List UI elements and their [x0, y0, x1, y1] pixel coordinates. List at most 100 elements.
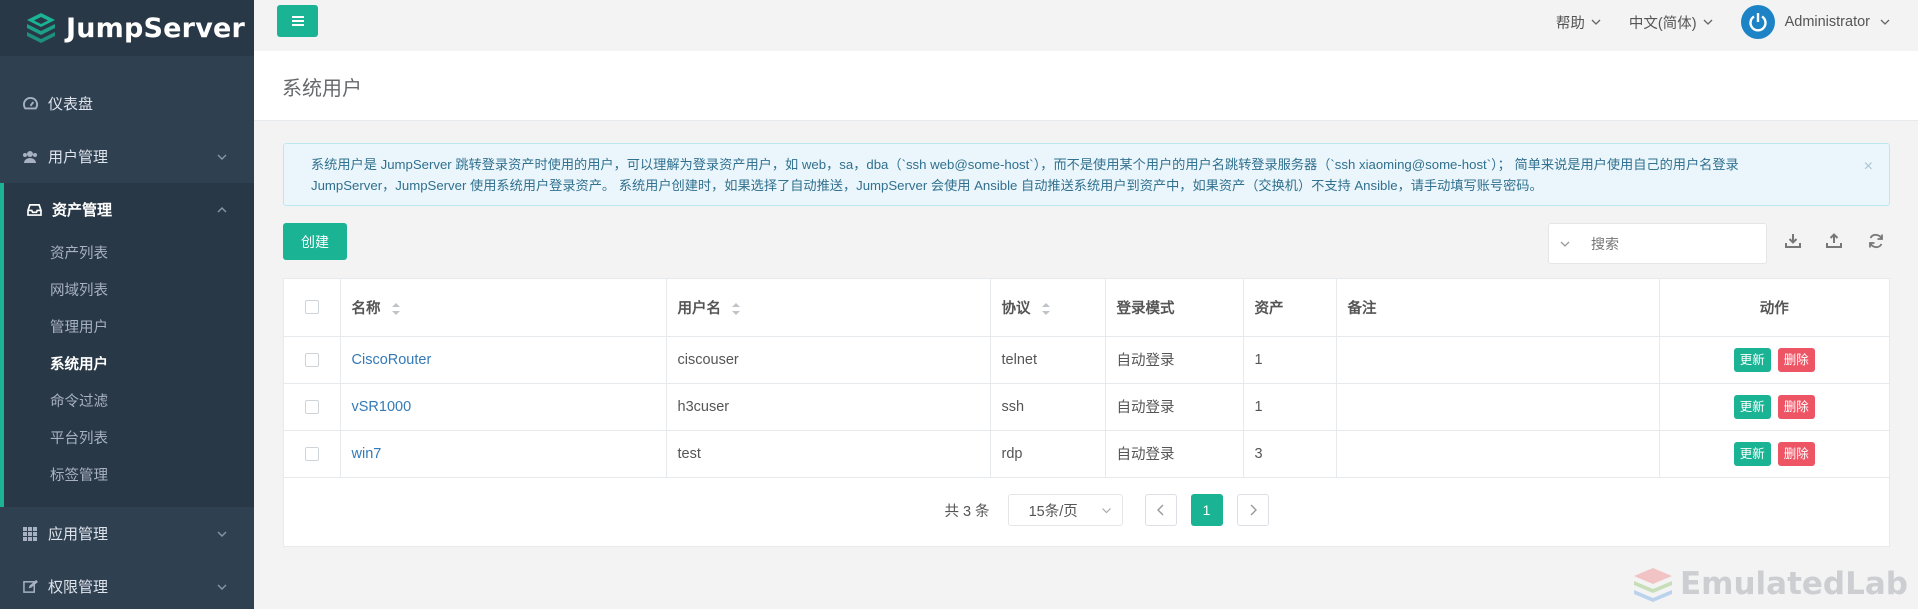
search-input[interactable]	[1591, 235, 1731, 252]
page-size-select[interactable]: 15条/页	[1007, 494, 1123, 526]
chevron-down-icon	[1880, 19, 1890, 25]
sidebar-item-users[interactable]: 用户管理	[0, 130, 254, 183]
login-mode-cell: 自动登录	[1105, 383, 1244, 431]
next-page-button[interactable]	[1236, 494, 1269, 526]
delete-button[interactable]: 删除	[1777, 441, 1815, 466]
assets-cell: 1	[1243, 336, 1337, 384]
assets-cell: 3	[1243, 430, 1337, 478]
avatar	[1740, 5, 1775, 39]
info-alert: 系统用户是 JumpServer 跳转登录资产时使用的用户，可以理解为登录资产用…	[283, 143, 1890, 206]
sidebar-subitem-asset-list[interactable]: 资产列表	[4, 236, 254, 273]
language-menu[interactable]: 中文(简体)	[1629, 12, 1713, 33]
system-user-link[interactable]: CiscoRouter	[352, 352, 432, 368]
sidebar-subitem-command-filters[interactable]: 命令过滤	[4, 384, 254, 421]
current-page-button[interactable]: 1	[1190, 494, 1223, 526]
sidebar-item-label: 权限管理	[48, 579, 109, 596]
sidebar-item-assets[interactable]: 资产管理	[4, 183, 254, 236]
alert-text-line1: 系统用户是 JumpServer 跳转登录资产时使用的用户，可以理解为登录资产用…	[311, 157, 1739, 172]
chevron-down-icon	[217, 584, 227, 590]
import-button[interactable]	[1824, 231, 1844, 251]
chevron-down-icon	[1703, 19, 1713, 25]
login-mode-cell: 自动登录	[1105, 336, 1244, 384]
row-checkbox[interactable]	[304, 446, 319, 461]
delete-button[interactable]: 删除	[1777, 394, 1815, 419]
hamburger-icon	[291, 16, 304, 26]
sidebar-item-dashboard[interactable]: 仪表盘	[0, 77, 254, 130]
sidebar-subitem-admin-users[interactable]: 管理用户	[4, 310, 254, 347]
sidebar-item-label: 应用管理	[48, 526, 109, 543]
user-menu[interactable]: Administrator	[1740, 5, 1890, 39]
users-icon	[22, 149, 38, 165]
help-label: 帮助	[1555, 15, 1585, 32]
system-user-link[interactable]: vSR1000	[352, 399, 412, 415]
refresh-icon	[1869, 233, 1883, 249]
chevron-down-icon[interactable]	[1559, 238, 1571, 250]
pagination-total: 共 3 条	[944, 503, 990, 520]
protocol-cell: ssh	[990, 383, 1106, 431]
delete-button[interactable]: 删除	[1777, 347, 1815, 372]
row-check-cell	[284, 336, 341, 384]
chevron-down-icon	[217, 531, 227, 537]
chevron-left-icon	[1156, 504, 1164, 516]
close-icon[interactable]: ×	[1864, 156, 1873, 177]
download-icon	[1785, 234, 1801, 248]
sidebar-subitem-domain-list[interactable]: 网域列表	[4, 273, 254, 310]
chevron-right-icon	[1250, 504, 1257, 516]
sidebar-item-label: 资产管理	[52, 202, 113, 219]
jumpserver-logo-icon	[27, 13, 55, 43]
sidebar-subitem-labels[interactable]: 标签管理	[4, 458, 254, 495]
refresh-button[interactable]	[1866, 231, 1886, 251]
help-menu[interactable]: 帮助	[1556, 12, 1601, 33]
upload-icon	[1826, 233, 1842, 248]
username-cell: h3cuser	[666, 383, 991, 431]
prev-page-button[interactable]	[1144, 494, 1177, 526]
system-users-table: 名称 用户名 协议 登录模式 资产 备注 动作 CiscoRouter cisc…	[283, 278, 1890, 547]
comment-cell	[1336, 336, 1660, 384]
search-box[interactable]	[1548, 223, 1767, 264]
system-user-link[interactable]: win7	[352, 446, 382, 462]
sidebar-toggle-button[interactable]	[277, 5, 318, 37]
update-button[interactable]: 更新	[1733, 441, 1771, 466]
col-name-header[interactable]: 名称	[340, 279, 667, 337]
grid-icon	[22, 526, 38, 542]
row-check-cell	[284, 383, 341, 431]
col-comment-header: 备注	[1336, 279, 1660, 337]
sidebar-item-permissions[interactable]: 权限管理	[0, 560, 254, 609]
sidebar-subitem-platforms[interactable]: 平台列表	[4, 421, 254, 458]
name-cell: CiscoRouter	[340, 336, 667, 384]
table-row: CiscoRouter ciscouser telnet 自动登录 1 更新 删除	[284, 336, 1889, 384]
row-checkbox[interactable]	[304, 399, 319, 414]
update-button[interactable]: 更新	[1733, 347, 1771, 372]
user-name: Administrator	[1784, 14, 1870, 30]
dashboard-icon	[22, 96, 38, 112]
sort-icon[interactable]	[391, 301, 401, 317]
col-actions-header: 动作	[1659, 279, 1889, 337]
select-all-cell	[284, 279, 341, 337]
pagination: 共 3 条 15条/页 1	[284, 494, 1889, 526]
login-mode-cell: 自动登录	[1105, 430, 1244, 478]
logo[interactable]: JumpServer	[0, 0, 254, 56]
chevron-down-icon	[217, 154, 227, 160]
export-button[interactable]	[1783, 231, 1803, 251]
col-protocol-header[interactable]: 协议	[990, 279, 1106, 337]
col-username-header[interactable]: 用户名	[666, 279, 991, 337]
page-title: 系统用户	[282, 78, 362, 100]
update-button[interactable]: 更新	[1733, 394, 1771, 419]
sidebar-subitem-system-users[interactable]: 系统用户	[4, 347, 254, 384]
alert-text-line2: JumpServer，JumpServer 使用系统用户登录资产。 系统用户创建…	[311, 178, 1543, 193]
row-checkbox[interactable]	[304, 352, 319, 367]
create-button[interactable]: 创建	[283, 223, 347, 260]
select-all-checkbox[interactable]	[304, 300, 319, 315]
sidebar-item-applications[interactable]: 应用管理	[0, 507, 254, 560]
username-cell: ciscouser	[666, 336, 991, 384]
actions-cell: 更新 删除	[1659, 383, 1889, 431]
sort-icon[interactable]	[1041, 301, 1051, 317]
layers-logo-icon	[1634, 568, 1672, 602]
sort-icon[interactable]	[731, 301, 741, 317]
edit-icon	[22, 579, 38, 595]
actions-cell: 更新 删除	[1659, 430, 1889, 478]
chevron-down-icon	[1591, 19, 1601, 25]
protocol-cell: telnet	[990, 336, 1106, 384]
col-protocol-label: 协议	[1001, 300, 1031, 317]
col-login-mode-header: 登录模式	[1105, 279, 1244, 337]
